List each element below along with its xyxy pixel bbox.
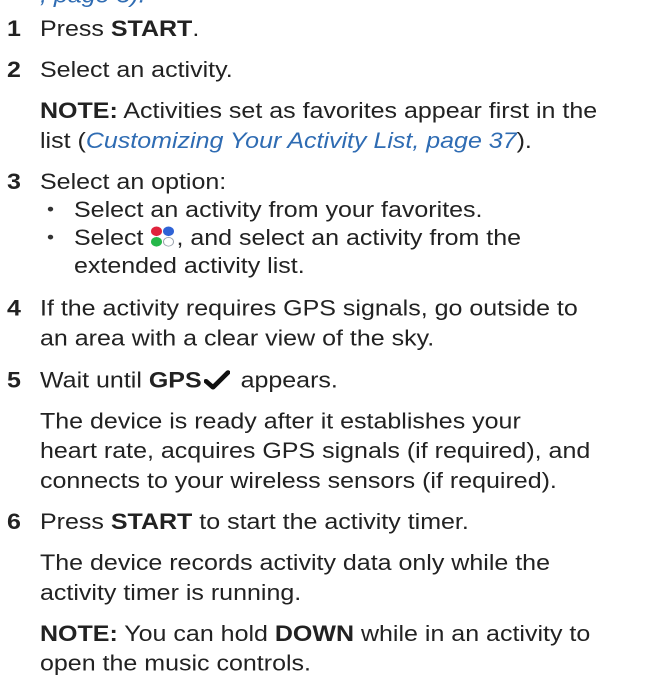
activities-icon — [151, 226, 175, 247]
bullet-item: Select an activity from your favorites. — [74, 197, 483, 223]
step-number: 2 — [7, 57, 21, 83]
paragraph-line: heart rate, acquires GPS signals (if req… — [40, 438, 591, 464]
note-label: NOTE: — [40, 98, 118, 124]
step-text: If the activity requires GPS signals, go… — [40, 296, 578, 321]
step-text: Wait until GPS appears. — [40, 365, 338, 398]
paragraph-line: connects to your wireless sensors (if re… — [40, 468, 557, 494]
bullet-item-continued: extended activity list. — [74, 253, 305, 279]
step-number: 6 — [7, 509, 21, 535]
start-key: START — [110, 509, 193, 535]
bullet-item: Select , and select an activity from the — [74, 225, 522, 251]
step-text: Select an option: — [40, 169, 227, 195]
manual-page: , page 5). 1 Press START. 2 Select an ac… — [0, 0, 646, 676]
down-key: DOWN — [274, 621, 355, 647]
paragraph-line: The device records activity data only wh… — [40, 550, 550, 576]
step-number: 3 — [7, 169, 21, 195]
note-line: list (Customizing Your Activity List, pa… — [40, 128, 532, 154]
cross-reference-link[interactable]: Customizing Your Activity List, page 37 — [86, 129, 517, 153]
step-text: Press START. — [40, 16, 200, 42]
step-number: 4 — [7, 296, 21, 321]
step-text: Select an activity. — [40, 57, 233, 83]
note-line: NOTE: Activities set as favorites appear… — [40, 98, 598, 124]
note-line-continued: open the music controls. — [40, 651, 311, 676]
step-text: Press START to start the activity timer. — [40, 509, 469, 535]
start-key: START — [110, 16, 193, 42]
step-number: 5 — [7, 368, 21, 393]
note-label: NOTE: — [40, 621, 118, 647]
paragraph-line: activity timer is running. — [40, 580, 302, 606]
paragraph-line: The device is ready after it establishes… — [40, 409, 521, 434]
gps-label: GPS — [148, 368, 202, 393]
note-line: NOTE: You can hold DOWN while in an acti… — [40, 621, 591, 647]
step-text-continued: an area with a clear view of the sky. — [40, 326, 435, 351]
bullet-icon: • — [47, 200, 55, 220]
bullet-icon: • — [47, 228, 55, 248]
check-icon — [203, 369, 231, 399]
cut-off-reference: , page 5). — [40, 0, 146, 10]
step-number: 1 — [7, 16, 21, 42]
